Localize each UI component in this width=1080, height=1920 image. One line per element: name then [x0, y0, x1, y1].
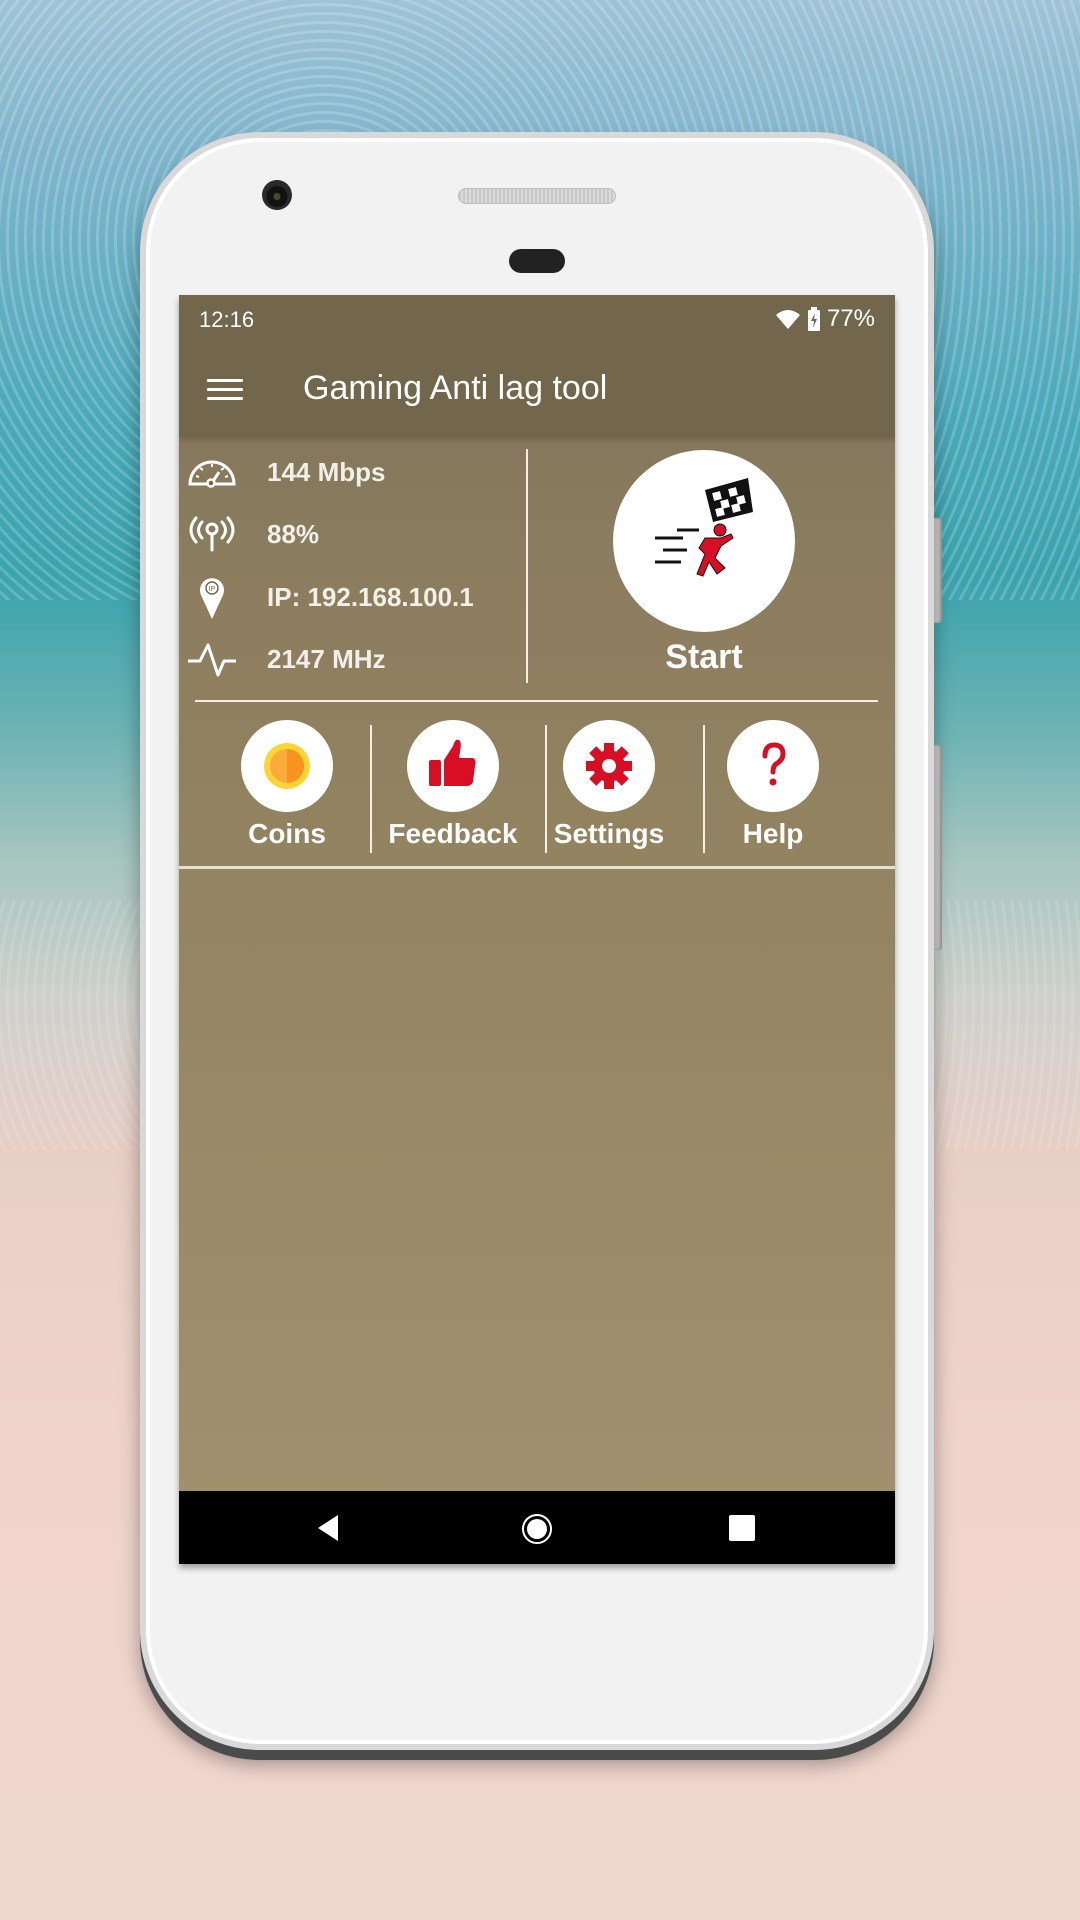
- signal-value: 88%: [267, 518, 320, 549]
- home-icon[interactable]: [521, 1513, 553, 1545]
- speed-value: 144 Mbps: [267, 456, 386, 487]
- help-label: Help: [742, 818, 804, 849]
- button-divider: [703, 725, 705, 853]
- button-divider: [370, 725, 372, 853]
- proximity-sensor: [509, 249, 565, 273]
- coins-circle: [241, 720, 333, 812]
- frequency-value: 2147 MHz: [267, 643, 386, 674]
- info-row-signal: 88%: [179, 509, 526, 559]
- settings-button[interactable]: Settings: [553, 720, 665, 850]
- front-camera: [262, 180, 292, 210]
- status-bar: 12:16 77%: [179, 295, 895, 345]
- info-row-frequency: 2147 MHz: [179, 634, 526, 684]
- speedometer-icon: [188, 460, 236, 488]
- section-divider: [179, 866, 895, 869]
- question-mark-icon: [762, 742, 786, 786]
- back-icon[interactable]: [314, 1513, 344, 1543]
- info-row-speed: 144 Mbps: [179, 447, 526, 497]
- ip-location-pin-icon: IP: [200, 578, 224, 619]
- network-info-panel: 144 Mbps 88% IP IP: 192.168.100.1 2147 M…: [179, 437, 526, 690]
- help-button[interactable]: Help: [727, 720, 819, 850]
- start-circle: [613, 450, 795, 632]
- earpiece-speaker: [458, 188, 616, 204]
- app-bar: Gaming Anti lag tool: [179, 345, 895, 437]
- vertical-divider: [526, 449, 528, 683]
- gear-icon: [586, 743, 632, 789]
- navigation-bar: [179, 1491, 895, 1564]
- start-label: Start: [665, 638, 743, 676]
- button-divider: [545, 725, 547, 853]
- feedback-label: Feedback: [388, 818, 518, 849]
- wifi-icon: [775, 310, 800, 329]
- hamburger-menu-icon[interactable]: [207, 373, 243, 409]
- running-man-finish-flag-icon: [655, 478, 753, 577]
- thumbs-up-icon: [429, 739, 476, 786]
- app-title: Gaming Anti lag tool: [303, 369, 608, 407]
- signal-antenna-icon: [189, 516, 235, 552]
- phone-screen: 12:16 77% Gaming Anti lag tool 144 Mbps …: [179, 295, 895, 1564]
- recents-icon[interactable]: [727, 1513, 757, 1543]
- settings-label: Settings: [553, 818, 665, 849]
- battery-charging-icon: [807, 307, 820, 331]
- pulse-icon: [188, 643, 236, 677]
- coins-button[interactable]: Coins: [241, 720, 333, 850]
- start-button[interactable]: Start: [613, 450, 795, 677]
- battery-percent: 77%: [826, 305, 875, 332]
- ip-value: IP: 192.168.100.1: [267, 581, 474, 612]
- svg-text:IP: IP: [209, 586, 216, 593]
- coins-label: Coins: [248, 818, 326, 849]
- coin-icon: [264, 743, 310, 789]
- help-circle: [727, 720, 819, 812]
- feedback-button[interactable]: Feedback: [377, 720, 529, 850]
- horizontal-divider: [195, 700, 878, 702]
- settings-circle: [563, 720, 655, 812]
- info-row-ip: IP IP: 192.168.100.1: [179, 572, 526, 622]
- status-time: 12:16: [199, 307, 255, 332]
- feedback-circle: [407, 720, 499, 812]
